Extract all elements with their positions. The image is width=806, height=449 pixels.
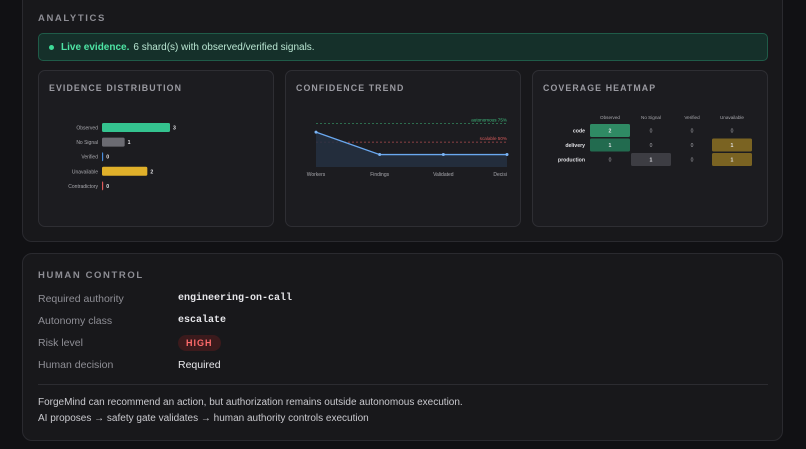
heatmap-col-observed: Observed <box>600 115 620 120</box>
human-control-panel: HUMAN CONTROL Required authority enginee… <box>22 253 783 441</box>
heatmap-col-unavailable: Unavailable <box>720 115 744 120</box>
heatmap-value-code-0: 2 <box>609 129 612 135</box>
confidence-trend-chart: autonomous 75% scalable 50% Workers Finding… <box>307 117 509 178</box>
heatmap-value-code-2: 0 <box>691 129 694 135</box>
x-tick-validated: Validated <box>433 172 454 178</box>
evidence-distribution-chart: Observed 3 No Signal 1 Verified 0 Unavailable 2… <box>68 123 176 191</box>
autonomy-class-label: Autonomy class <box>38 315 113 327</box>
bar-label-observed: Observed <box>76 126 98 132</box>
bar-label-contradictory: Contradictory <box>68 184 98 190</box>
trend-point-0 <box>314 130 318 134</box>
heatmap-value-production-1: 1 <box>650 158 653 164</box>
heatmap-col-verified: Verified <box>684 115 700 120</box>
heatmap-col-no-signal: No Signal <box>641 115 661 120</box>
bar-label-no-signal: No Signal <box>76 140 98 146</box>
heatmap-value-production-0: 0 <box>609 158 612 164</box>
banner-strong-text: Live evidence. <box>61 41 130 53</box>
trend-point-2 <box>441 153 445 157</box>
banner-text: 6 shard(s) with observed/verified signal… <box>133 41 315 53</box>
coverage-heatmap-chart: Observed No Signal Verified Unavailable code… <box>558 115 752 166</box>
heatmap-row-delivery: delivery <box>565 143 585 149</box>
x-tick-findings: Findings <box>370 172 389 178</box>
reference-label-scalable: scalable 50% <box>480 136 507 141</box>
risk-level-badge: HIGH <box>178 335 221 351</box>
analytics-title: ANALYTICS <box>38 13 106 24</box>
analytics-panel: ANALYTICS Live evidence. 6 shard(s) with… <box>22 0 783 242</box>
bar-unavailable <box>102 166 148 176</box>
confidence-trend-card: CONFIDENCE TREND autonomous 75% scalable … <box>285 70 521 227</box>
autonomy-class-value: escalate <box>178 315 227 326</box>
bar-value-verified: 0 <box>106 155 109 161</box>
divider <box>38 384 768 385</box>
bar-value-unavailable: 2 <box>150 169 153 175</box>
human-control-title: HUMAN CONTROL <box>38 270 144 281</box>
bar-value-no-signal: 1 <box>128 140 131 146</box>
bar-no-signal <box>102 137 125 147</box>
heatmap-row-production: production <box>558 158 585 164</box>
trend-area <box>316 132 507 167</box>
x-tick-decisi: Decisi <box>493 172 507 178</box>
bar-value-contradictory: 0 <box>106 184 109 190</box>
live-evidence-banner: Live evidence. 6 shard(s) with observed/… <box>38 33 768 61</box>
trend-point-1 <box>378 153 382 157</box>
heatmap-value-delivery-0: 1 <box>609 143 612 149</box>
trend-point-3 <box>505 153 509 157</box>
evidence-distribution-card: EVIDENCE DISTRIBUTION Observed 3 No Signal… <box>38 70 274 227</box>
bar-value-observed: 3 <box>173 126 176 132</box>
heatmap-value-code-3: 0 <box>731 129 734 135</box>
human-decision-label: Human decision <box>38 359 114 371</box>
heatmap-value-delivery-1: 0 <box>650 143 653 149</box>
bar-label-verified: Verified <box>81 155 98 161</box>
workflow-note: AI proposes → safety gate validates → hu… <box>38 413 369 424</box>
authorization-note: ForgeMind can recommend an action, but a… <box>38 397 463 408</box>
heatmap-value-code-1: 0 <box>650 129 653 135</box>
status-dot-icon <box>49 44 54 50</box>
bar-verified <box>102 152 104 162</box>
heatmap-row-code: code <box>573 129 585 135</box>
x-tick-workers: Workers <box>307 172 326 178</box>
reference-label-autonomous: autonomous 75% <box>471 117 507 122</box>
bar-contradictory <box>102 181 104 191</box>
heatmap-value-delivery-2: 0 <box>691 143 694 149</box>
bar-label-unavailable: Unavailable <box>72 169 98 175</box>
heatmap-value-production-2: 0 <box>691 158 694 164</box>
heatmap-value-production-3: 1 <box>731 158 734 164</box>
risk-level-label: Risk level <box>38 337 83 349</box>
human-decision-value: Required <box>178 359 221 371</box>
required-authority-value: engineering-on-call <box>178 293 293 304</box>
bar-observed <box>102 123 170 132</box>
coverage-heatmap-card: COVERAGE HEATMAP Observed No Signal Verifi… <box>532 70 768 227</box>
required-authority-label: Required authority <box>38 293 124 305</box>
heatmap-value-delivery-3: 1 <box>731 143 734 149</box>
